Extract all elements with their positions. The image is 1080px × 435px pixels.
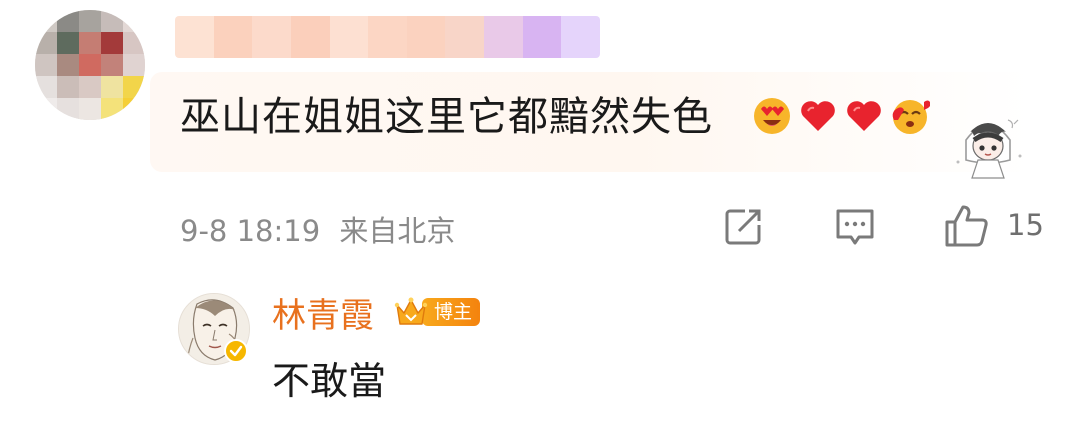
red-heart-emoji-icon: [801, 101, 835, 131]
comment-thread: 巫山在姐姐这里它都黯然失色 9-8 18:19 来自北京 15 林青霞 博主 不…: [0, 0, 1080, 435]
commenter-avatar[interactable]: [35, 10, 145, 120]
comment-date: 9-8 18:19: [180, 214, 321, 248]
reply-text: 不敢當: [272, 359, 387, 403]
crown-icon: [394, 297, 428, 325]
commenter-name-redacted[interactable]: [175, 16, 600, 58]
comment-location: 来自北京: [339, 214, 456, 248]
comment-text: 巫山在姐姐这里它都黯然失色: [180, 94, 713, 140]
blogger-badge-label: 博主: [422, 298, 481, 326]
red-heart-emoji-icon: [847, 101, 881, 131]
blogger-badge: 博主: [394, 295, 481, 329]
comment-icon[interactable]: [835, 207, 875, 247]
verified-badge-icon: [224, 339, 248, 363]
chibi-girl-sticker-icon: [956, 119, 1022, 179]
like-count: 15: [1007, 208, 1044, 242]
emoji-row: [752, 96, 930, 136]
comment-meta: 9-8 18:19 来自北京: [180, 208, 455, 250]
thumbs-up-icon[interactable]: [944, 204, 990, 248]
share-icon[interactable]: [723, 207, 763, 247]
blowing-kiss-emoji-icon: [892, 100, 930, 134]
reply-author-name[interactable]: 林青霞: [272, 288, 374, 337]
heart-eyes-emoji-icon: [754, 98, 790, 134]
